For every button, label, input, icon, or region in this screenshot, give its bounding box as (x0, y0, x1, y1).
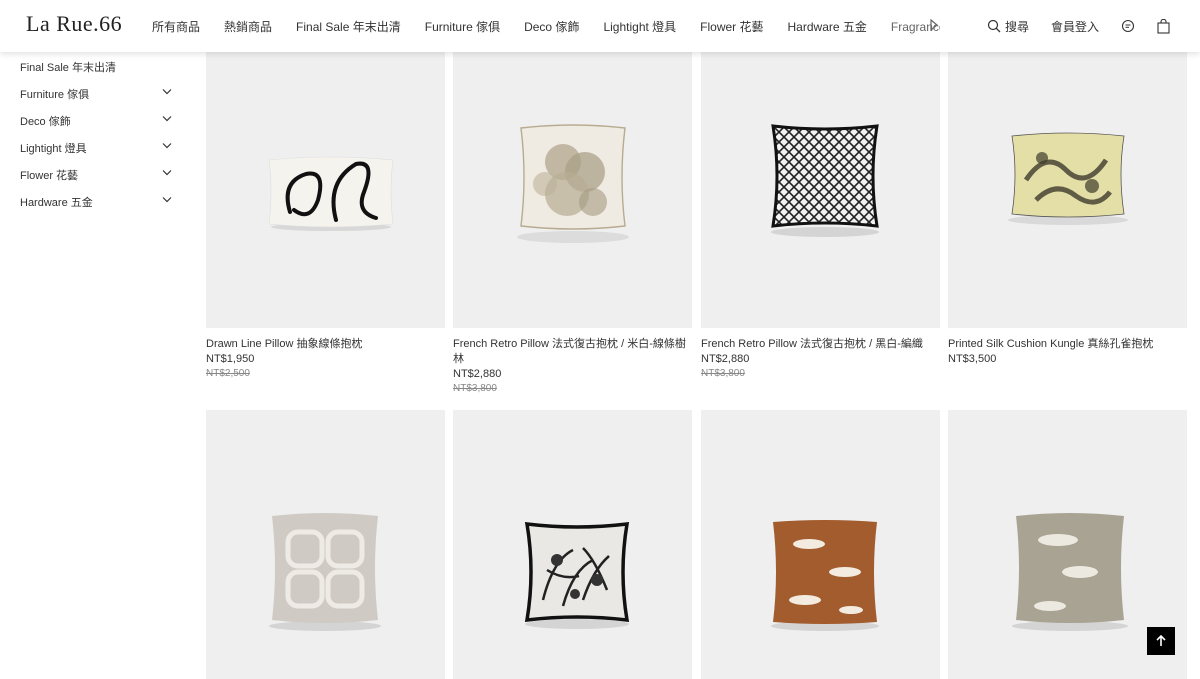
header-actions: 搜尋 會員登入 (965, 0, 1170, 52)
product-original-price: NT$3,800 (453, 383, 497, 394)
product-image[interactable] (453, 52, 692, 328)
nav-item-best-sellers[interactable]: 熱銷商品 (224, 18, 272, 35)
product-image[interactable] (701, 52, 940, 328)
sidebar-item-label: Flower 花藝 (20, 169, 79, 182)
search-button[interactable]: 搜尋 (987, 18, 1029, 35)
chevron-down-icon[interactable] (162, 196, 172, 203)
product-price: NT$2,880 (453, 368, 502, 380)
nav-item-final-sale[interactable]: Final Sale 年末出清 (296, 18, 401, 35)
product-card[interactable] (453, 410, 692, 679)
product-price: NT$3,500 (948, 353, 997, 365)
nav-item-lighting[interactable]: Lightight 燈具 (603, 18, 676, 35)
pillow-rust-cheetah-image (771, 520, 879, 631)
arrow-up-icon (1156, 635, 1166, 646)
product-image[interactable] (206, 52, 445, 328)
product-original-price: NT$3,800 (701, 368, 745, 379)
shopping-bag-icon (1157, 18, 1170, 34)
product-price: NT$2,880 (701, 353, 750, 365)
product-card[interactable]: French Retro Pillow 法式復古抱枕 / 黑白-編織 NT$2,… (701, 52, 940, 381)
pillow-drawn-line-image (268, 156, 394, 231)
pillow-grey-geometric-image (269, 513, 381, 631)
nav-item-all-products[interactable]: 所有商品 (152, 18, 200, 35)
sidebar-item-label: Furniture 傢俱 (20, 88, 90, 101)
main-nav: 所有商品 熱銷商品 Final Sale 年末出清 Furniture 傢俱 D… (152, 0, 940, 52)
sidebar-item-lighting[interactable]: Lightight 燈具 (20, 134, 180, 161)
product-image[interactable] (206, 410, 445, 679)
product-card[interactable]: French Retro Pillow 法式復古抱枕 / 米白-線條樹林 NT$… (453, 52, 692, 396)
sidebar-item-label: Lightight 燈具 (20, 142, 87, 155)
product-name[interactable]: Printed Silk Cushion Kungle 真絲孔雀抱枕 (948, 337, 1187, 352)
back-to-top-button[interactable] (1147, 627, 1175, 655)
product-image[interactable] (453, 410, 692, 679)
product-card[interactable]: Drawn Line Pillow 抽象線條抱枕 NT$1,950 NT$2,5… (206, 52, 445, 381)
product-card[interactable] (206, 410, 445, 679)
product-image[interactable] (701, 410, 940, 679)
chevron-down-icon[interactable] (162, 142, 172, 149)
product-original-price: NT$2,500 (206, 368, 250, 379)
product-price: NT$1,950 (206, 353, 255, 365)
search-icon (987, 19, 1001, 33)
search-label: 搜尋 (1004, 19, 1029, 34)
product-image[interactable] (948, 52, 1187, 328)
product-card[interactable] (701, 410, 940, 679)
nav-item-furniture[interactable]: Furniture 傢俱 (425, 18, 500, 35)
pillow-black-botanical-image (524, 521, 630, 629)
cart-button[interactable] (1157, 18, 1170, 34)
product-name[interactable]: Drawn Line Pillow 抽象線條抱枕 (206, 337, 445, 352)
nav-item-hardware[interactable]: Hardware 五金 (788, 18, 867, 35)
nav-scroll-right-icon[interactable] (930, 19, 938, 31)
sidebar-item-flower[interactable]: Flower 花藝 (20, 161, 180, 188)
chat-icon (1121, 19, 1135, 33)
product-name[interactable]: French Retro Pillow 法式復古抱枕 / 黑白-編織 (701, 337, 940, 352)
chat-button[interactable] (1121, 19, 1135, 33)
site-logo[interactable]: La Rue.66 (26, 11, 122, 37)
product-name[interactable]: French Retro Pillow 法式復古抱枕 / 米白-線條樹林 (453, 337, 692, 367)
pillow-black-white-weave-image (771, 124, 879, 237)
product-card[interactable]: Printed Silk Cushion Kungle 真絲孔雀抱枕 NT$3,… (948, 52, 1187, 367)
chevron-down-icon[interactable] (162, 115, 172, 122)
login-button[interactable]: 會員登入 (1051, 18, 1099, 35)
nav-item-deco[interactable]: Deco 傢飾 (524, 18, 579, 35)
chevron-down-icon[interactable] (162, 169, 172, 176)
sidebar-item-hardware[interactable]: Hardware 五金 (20, 188, 180, 215)
sidebar-item-label: Final Sale 年末出清 (20, 61, 116, 74)
pillow-silk-peacock-image (1008, 132, 1128, 225)
sidebar-item-deco[interactable]: Deco 傢飾 (20, 107, 180, 134)
category-sidebar: Final Sale 年末出清 Furniture 傢俱 Deco 傢飾 Lig… (20, 52, 180, 215)
pillow-taupe-cheetah-image (1012, 513, 1128, 631)
chevron-down-icon[interactable] (162, 88, 172, 95)
sidebar-item-final-sale[interactable]: Final Sale 年末出清 (20, 53, 180, 80)
sidebar-item-furniture[interactable]: Furniture 傢俱 (20, 80, 180, 107)
pillow-beige-tree-image (517, 124, 629, 243)
sidebar-item-label: Deco 傢飾 (20, 115, 71, 128)
site-header: La Rue.66 所有商品 熱銷商品 Final Sale 年末出清 Furn… (0, 0, 1200, 52)
nav-item-flower[interactable]: Flower 花藝 (700, 18, 763, 35)
login-label: 會員登入 (1050, 19, 1099, 34)
sidebar-item-label: Hardware 五金 (20, 196, 93, 209)
